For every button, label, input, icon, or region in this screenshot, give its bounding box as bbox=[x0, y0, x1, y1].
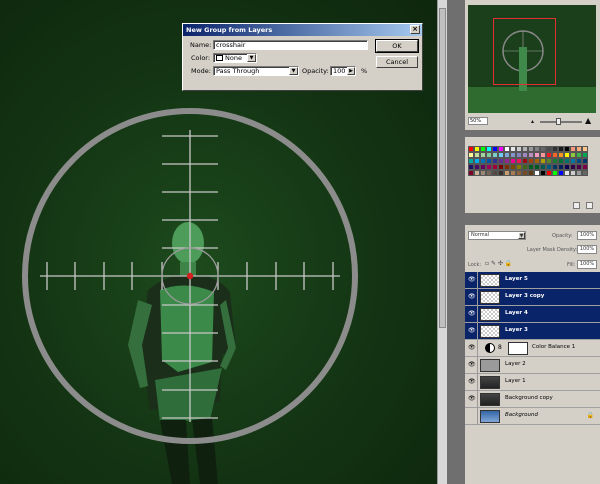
slider-knob[interactable] bbox=[556, 118, 561, 125]
color-swatch[interactable] bbox=[582, 170, 588, 176]
fill-label: Fill: bbox=[567, 262, 576, 268]
layer-row[interactable]: 👁 Background copy bbox=[465, 391, 600, 408]
layer-name: Layer 5 bbox=[505, 276, 528, 282]
dropdown-arrow-icon[interactable]: ▼ bbox=[518, 232, 525, 239]
dialog-title: New Group from Layers bbox=[186, 26, 273, 34]
center-dot bbox=[186, 272, 194, 280]
person-figure bbox=[128, 222, 236, 484]
dialog-titlebar[interactable]: New Group from Layers × bbox=[183, 24, 422, 36]
layer-name: Layer 3 bbox=[505, 327, 528, 333]
layer-row[interactable]: 👁 Background 🔒 bbox=[465, 408, 600, 425]
eye-icon[interactable]: 👁 bbox=[468, 327, 476, 334]
layer-thumbnail bbox=[480, 291, 500, 304]
layer-mask-thumbnail[interactable] bbox=[508, 342, 528, 355]
opacity-unit: % bbox=[361, 67, 368, 75]
layer-name: Layer 2 bbox=[505, 361, 526, 367]
layer-thumbnail bbox=[480, 274, 500, 287]
new-group-dialog: New Group from Layers × Name: crosshair … bbox=[182, 23, 423, 91]
close-icon[interactable]: × bbox=[410, 25, 420, 34]
mask-density-field[interactable]: 100% bbox=[577, 245, 597, 254]
layer-name: Background copy bbox=[505, 395, 553, 401]
blend-mode-select[interactable]: Normal ▼ bbox=[468, 231, 526, 240]
adjustment-layer-icon bbox=[485, 343, 495, 353]
layer-thumbnail bbox=[480, 410, 500, 423]
layer-name: Background bbox=[505, 412, 538, 418]
delete-swatch-icon[interactable] bbox=[586, 202, 593, 209]
opacity-label: Opacity: bbox=[552, 233, 573, 239]
opacity-slider-arrow-icon[interactable]: ▶ bbox=[347, 67, 355, 75]
color-label: Color: bbox=[191, 54, 211, 62]
color-swatch bbox=[216, 55, 223, 61]
swatch-grid[interactable] bbox=[468, 146, 588, 176]
color-select[interactable]: None ▼ bbox=[213, 53, 257, 63]
layer-row[interactable]: 👁 8 Color Balance 1 bbox=[465, 340, 600, 357]
zoom-in-icon[interactable]: ▲ bbox=[585, 116, 591, 125]
opacity-input[interactable]: 100 ▶ bbox=[330, 66, 356, 76]
fill-field[interactable]: 100% bbox=[577, 260, 597, 269]
layer-opacity-field[interactable]: 100% bbox=[577, 231, 597, 240]
name-label: Name: bbox=[190, 41, 212, 49]
eye-icon[interactable]: 👁 bbox=[468, 361, 476, 368]
lock-label: Lock: bbox=[468, 262, 482, 268]
color-value: None bbox=[225, 54, 242, 62]
layer-row[interactable]: 👁 Layer 4 bbox=[465, 306, 600, 323]
eye-icon[interactable]: 👁 bbox=[468, 293, 476, 300]
new-swatch-icon[interactable] bbox=[573, 202, 580, 209]
blend-mode-value: Normal bbox=[471, 232, 490, 238]
navigator-zoom-slider[interactable] bbox=[540, 118, 582, 125]
eye-icon[interactable]: 👁 bbox=[468, 310, 476, 317]
layer-row[interactable]: 👁 Layer 3 bbox=[465, 323, 600, 340]
eye-icon[interactable]: 👁 bbox=[468, 344, 476, 351]
layer-thumbnail bbox=[480, 308, 500, 321]
chain-link-icon[interactable]: 8 bbox=[498, 344, 502, 351]
mode-value: Pass Through bbox=[216, 67, 260, 75]
eye-icon[interactable]: 👁 bbox=[468, 276, 476, 283]
eye-icon[interactable]: 👁 bbox=[468, 378, 476, 385]
scrollbar-thumb[interactable] bbox=[439, 8, 446, 328]
dropdown-arrow-icon[interactable]: ▼ bbox=[247, 54, 256, 62]
mode-select[interactable]: Pass Through ▼ bbox=[213, 66, 299, 76]
layer-row[interactable]: 👁 Layer 2 bbox=[465, 357, 600, 374]
layer-row[interactable]: 👁 Layer 3 copy bbox=[465, 289, 600, 306]
layers-panel: Normal ▼ Opacity: 100% Layer Mask Densit… bbox=[465, 225, 600, 484]
cancel-button[interactable]: Cancel bbox=[376, 56, 418, 68]
canvas-vertical-scrollbar[interactable] bbox=[437, 0, 447, 484]
layer-row[interactable]: 👁 Layer 1 bbox=[465, 374, 600, 391]
name-input[interactable]: crosshair bbox=[213, 40, 368, 50]
lock-options-icons[interactable]: ▫ ✎ ✣ 🔒 bbox=[485, 260, 512, 267]
zoom-out-icon[interactable]: ▴ bbox=[531, 118, 534, 125]
dropdown-arrow-icon[interactable]: ▼ bbox=[289, 67, 298, 75]
layer-name: Color Balance 1 bbox=[532, 344, 576, 350]
navigator-view-box[interactable] bbox=[493, 18, 556, 85]
mask-density-label: Layer Mask Density: bbox=[527, 247, 578, 253]
eye-icon[interactable]: 👁 bbox=[468, 395, 476, 402]
layer-name: Layer 3 copy bbox=[505, 293, 545, 299]
layer-thumbnail bbox=[480, 359, 500, 372]
navigator-preview[interactable] bbox=[468, 5, 596, 113]
layer-name: Layer 4 bbox=[505, 310, 528, 316]
opacity-value: 100 bbox=[333, 67, 346, 75]
mode-label: Mode: bbox=[191, 67, 211, 75]
panel-gutter bbox=[447, 0, 465, 484]
lock-icon: 🔒 bbox=[586, 412, 594, 419]
layer-thumbnail bbox=[480, 376, 500, 389]
document-canvas[interactable]: New Group from Layers × Name: crosshair … bbox=[0, 0, 437, 484]
layer-row[interactable]: 👁 Layer 5 bbox=[465, 272, 600, 289]
opacity-label: Opacity: bbox=[302, 67, 329, 75]
navigator-panel: 50% ▴ ▲ bbox=[465, 0, 600, 130]
layer-name: Layer 1 bbox=[505, 378, 526, 384]
ok-button[interactable]: OK bbox=[375, 39, 419, 53]
layer-thumbnail bbox=[480, 325, 500, 338]
navigator-zoom-field[interactable]: 50% bbox=[468, 117, 488, 125]
swatches-panel bbox=[465, 137, 600, 213]
layer-thumbnail bbox=[480, 393, 500, 406]
